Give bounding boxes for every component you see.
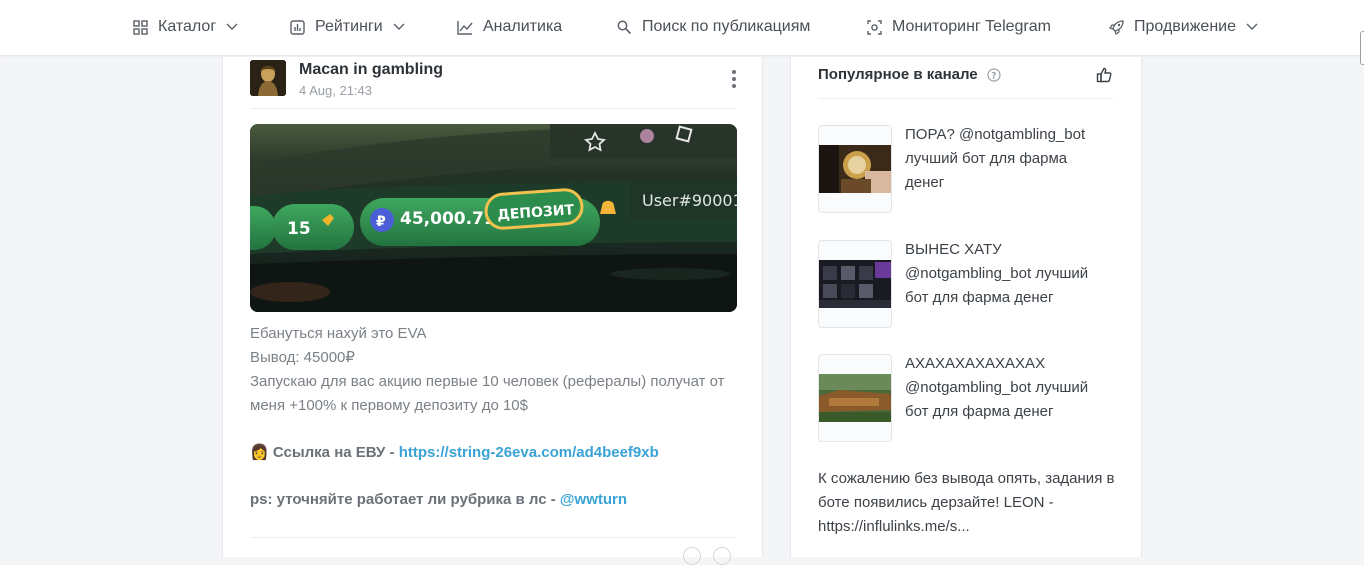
author-handle-link[interactable]: @wwturn [560,491,627,508]
grid-icon [132,19,148,35]
popular-item[interactable]: ВЫНЕС ХАТУ @notgambling_bot лучший бот д… [818,240,1114,328]
link-prefix: Ссылка на ЕВУ - [272,444,399,461]
chevron-down-icon [1246,21,1258,33]
rocket-icon [1108,19,1124,35]
monitor-icon [866,19,882,35]
popular-thumbnail [818,240,892,328]
popular-text: ВЫНЕС ХАТУ @notgambling_bot лучший бот д… [905,241,1089,306]
nav-item-telegram-monitoring[interactable]: Мониторинг Telegram [866,0,1051,54]
post-link-line: 👩 Ссылка на ЕВУ - https://string-26eva.c… [250,441,737,465]
svg-text:₽: ₽ [376,214,386,230]
side-widget-tab[interactable] [1360,31,1364,65]
popular-text: ПОРА? @notgambling_bot лучший бот для фа… [905,126,1086,191]
svg-text:?: ? [991,71,996,81]
line-chart-icon [457,19,473,35]
nav-label: Рейтинги [315,18,383,35]
divider [250,537,737,538]
post-line: Вывод: 45000₽ [250,349,355,366]
post-ps-line: ps: уточняйте работает ли рубрика в лс -… [250,488,737,512]
nav-label: Продвижение [1134,18,1236,35]
bar-chart-icon [289,19,305,35]
channel-name[interactable]: Macan in gambling [299,61,443,79]
post-body: Ебануться нахуй это EVA Вывод: 45000₽ За… [250,322,737,512]
channel-avatar[interactable] [250,60,286,96]
nav-item-search[interactable]: Поиск по публикациям [616,0,810,54]
top-navigation: Каталог Рейтинги Аналитика Поиск по публ… [0,0,1364,56]
reaction-icon[interactable] [683,547,701,565]
woman-emoji-icon: 👩 [250,444,269,461]
nav-label: Аналитика [483,18,563,35]
post-image[interactable]: 15 ₽ 45,000.71 ДЕПОЗИТ User#900017 [250,124,737,312]
nav-item-catalog[interactable]: Каталог [132,0,238,54]
post-date: 4 Aug, 21:43 [299,83,373,98]
popular-text: АХАХАХАХАХАХАХ @notgambling_bot лучший б… [905,355,1089,420]
popular-thumbnail [818,354,892,442]
thumbs-up-icon[interactable] [1096,67,1112,83]
post-line: Ебануться нахуй это EVA [250,325,427,342]
nav-item-analytics[interactable]: Аналитика [457,0,562,54]
divider [250,108,737,109]
post-line: Запускаю для вас акцию первые 10 человек… [250,373,725,414]
chevron-down-icon [393,21,405,33]
popular-item[interactable]: ПОРА? @notgambling_bot лучший бот для фа… [818,125,1114,213]
popular-text-preview[interactable]: К сожалению без вывода опять, задания в … [818,467,1118,539]
search-icon [616,19,632,35]
nav-item-ratings[interactable]: Рейтинги [289,0,405,54]
image-balance-text: 45,000.71 [400,209,496,229]
image-count-text: 15 [287,219,311,239]
nav-label: Поиск по публикациям [642,18,811,35]
image-user-text: User#900017 [642,191,737,210]
help-icon[interactable]: ? [987,67,1001,82]
nav-label: Каталог [158,18,217,35]
nav-item-promotion[interactable]: Продвижение [1108,0,1258,54]
popular-sidebar: Популярное в канале ? ПОРА? @notgambling… [790,57,1142,557]
chevron-down-icon [226,21,238,33]
share-icon[interactable] [713,547,731,565]
nav-label: Мониторинг Telegram [892,18,1051,35]
divider [818,98,1114,99]
sidebar-title: Популярное в канале ? [818,66,1001,83]
ps-prefix: ps: уточняйте работает ли рубрика в лс - [250,491,560,508]
more-options-icon[interactable] [727,67,741,91]
post-link[interactable]: https://string-26eva.com/ad4beef9xb [399,444,659,461]
popular-item[interactable]: АХАХАХАХАХАХАХ @notgambling_bot лучший б… [818,354,1114,442]
popular-thumbnail [818,125,892,213]
sidebar-title-text: Популярное в канале [818,66,978,83]
post-card: Macan in gambling 4 Aug, 21:43 15 ₽ 45,0… [222,57,763,565]
